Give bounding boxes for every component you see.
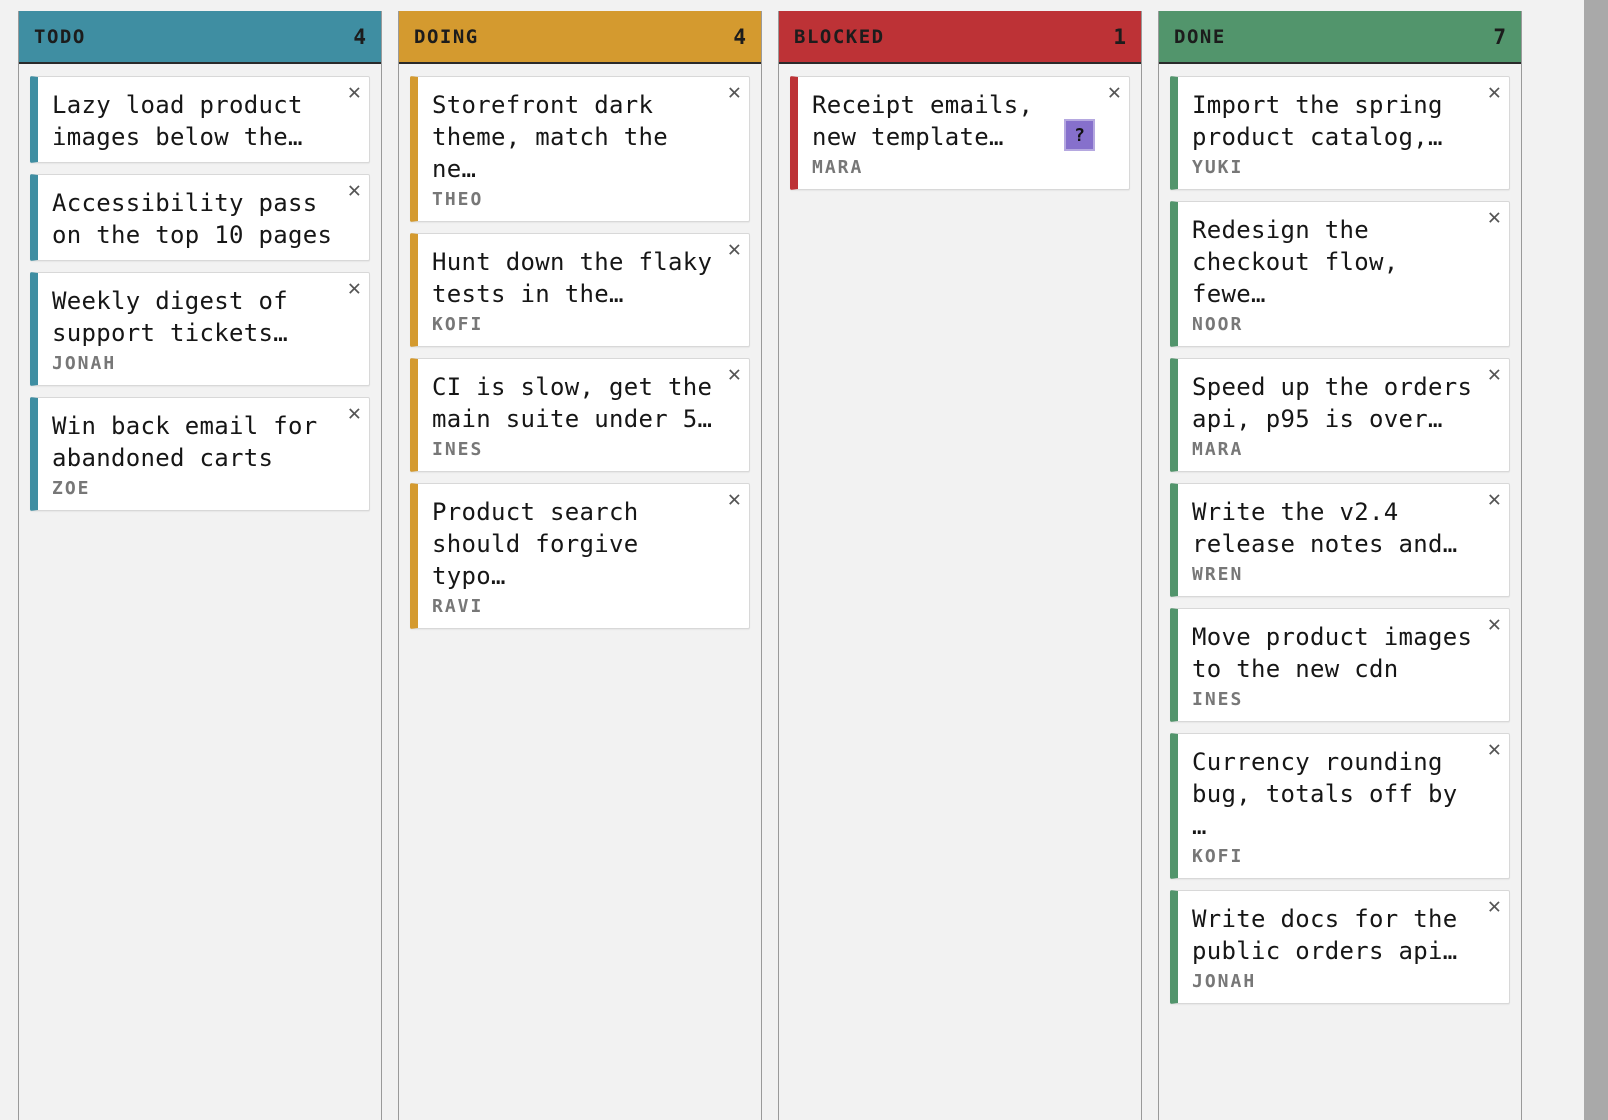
column-header-blocked: BLOCKED 1 xyxy=(779,11,1141,64)
column-count: 4 xyxy=(353,24,366,49)
close-icon[interactable]: ✕ xyxy=(728,361,741,389)
card-owner: KOFI xyxy=(1192,846,1244,867)
task-card[interactable]: Hunt down the flaky tests in the… KOFI ✕ xyxy=(410,233,750,347)
card-title: Lazy load product images below the… xyxy=(52,91,303,151)
card-title: Product search should forgive typo… xyxy=(432,498,639,590)
help-badge-button[interactable]: ? xyxy=(1064,119,1095,151)
kanban-board: TODO 4 Lazy load product images below the…… xyxy=(0,0,1608,1120)
card-owner: YUKI xyxy=(1192,157,1244,178)
task-card[interactable]: Lazy load product images below the… ✕ xyxy=(30,76,370,163)
card-owner: RAVI xyxy=(432,596,484,617)
card-owner: INES xyxy=(1192,689,1244,710)
close-icon[interactable]: ✕ xyxy=(728,79,741,107)
card-title: Weekly digest of support tickets… xyxy=(52,287,288,347)
column-title: DOING xyxy=(414,25,479,48)
card-owner: INES xyxy=(432,439,484,460)
close-icon[interactable]: ✕ xyxy=(1488,204,1501,232)
card-title: Win back email for abandoned carts xyxy=(52,412,318,472)
task-card[interactable]: Redesign the checkout flow, fewe… NOOR ✕ xyxy=(1170,201,1510,347)
close-icon[interactable]: ✕ xyxy=(1488,611,1501,639)
column-header-done: DONE 7 xyxy=(1159,11,1521,64)
close-icon[interactable]: ✕ xyxy=(348,400,361,428)
column-header-doing: DOING 4 xyxy=(399,11,761,64)
column-title: DONE xyxy=(1174,25,1226,48)
task-card[interactable]: Product search should forgive typo… RAVI ✕ xyxy=(410,483,750,629)
card-title: CI is slow, get the main suite under 5… xyxy=(432,373,713,433)
card-owner: WREN xyxy=(1192,564,1244,585)
task-card[interactable]: Weekly digest of support tickets… JONAH ✕ xyxy=(30,272,370,386)
task-card[interactable]: Import the spring product catalog,… YUKI ✕ xyxy=(1170,76,1510,190)
close-icon[interactable]: ✕ xyxy=(1488,893,1501,921)
task-card[interactable]: Currency rounding bug, totals off by … KO… xyxy=(1170,733,1510,879)
card-title: Accessibility pass on the top 10 pages xyxy=(52,189,333,249)
column-blocked: BLOCKED 1 Receipt emails, new template… MAR… xyxy=(778,11,1142,1120)
card-title: Import the spring product catalog,… xyxy=(1192,91,1443,151)
card-owner: NOOR xyxy=(1192,314,1244,335)
card-title: Write docs for the public orders api… xyxy=(1192,905,1458,965)
close-icon[interactable]: ✕ xyxy=(1488,736,1501,764)
close-icon[interactable]: ✕ xyxy=(348,79,361,107)
card-title: Storefront dark theme, match the ne… xyxy=(432,91,668,183)
card-title: Redesign the checkout flow, fewe… xyxy=(1192,216,1399,308)
task-card[interactable]: Write the v2.4 release notes and… WREN ✕ xyxy=(1170,483,1510,597)
task-card[interactable]: Accessibility pass on the top 10 pages ✕ xyxy=(30,174,370,261)
column-count: 4 xyxy=(733,24,746,49)
column-title: BLOCKED xyxy=(794,25,885,48)
close-icon[interactable]: ✕ xyxy=(1488,486,1501,514)
task-card[interactable]: Write docs for the public orders api… JON… xyxy=(1170,890,1510,1004)
card-title: Receipt emails, new template… xyxy=(812,91,1034,151)
card-owner: THEO xyxy=(432,189,484,210)
task-card[interactable]: Storefront dark theme, match the ne… THEO… xyxy=(410,76,750,222)
card-title: Write the v2.4 release notes and… xyxy=(1192,498,1458,558)
task-card[interactable]: Move product images to the new cdn INES ✕ xyxy=(1170,608,1510,722)
column-count: 7 xyxy=(1493,24,1506,49)
card-list: Lazy load product images below the… ✕ Acce… xyxy=(19,64,381,511)
task-card[interactable]: Speed up the orders api, p95 is over… MAR… xyxy=(1170,358,1510,472)
close-icon[interactable]: ✕ xyxy=(1488,79,1501,107)
card-owner: MARA xyxy=(812,157,864,178)
card-owner: JONAH xyxy=(52,353,117,374)
window-edge xyxy=(1584,0,1608,1120)
column-done: DONE 7 Import the spring product catalog,…… xyxy=(1158,11,1522,1120)
close-icon[interactable]: ✕ xyxy=(1108,79,1121,107)
task-card[interactable]: Receipt emails, new template… MARA ✕? xyxy=(790,76,1130,190)
card-title: Currency rounding bug, totals off by … xyxy=(1192,748,1458,840)
card-owner: ZOE xyxy=(52,478,91,499)
close-icon[interactable]: ✕ xyxy=(1488,361,1501,389)
close-icon[interactable]: ✕ xyxy=(348,275,361,303)
card-title: Hunt down the flaky tests in the… xyxy=(432,248,713,308)
close-icon[interactable]: ✕ xyxy=(728,236,741,264)
card-list: Import the spring product catalog,… YUKI ✕… xyxy=(1159,64,1521,1004)
column-count: 1 xyxy=(1113,24,1126,49)
card-title: Speed up the orders api, p95 is over… xyxy=(1192,373,1473,433)
task-card[interactable]: CI is slow, get the main suite under 5… I… xyxy=(410,358,750,472)
card-list: Receipt emails, new template… MARA ✕? xyxy=(779,64,1141,190)
card-owner: JONAH xyxy=(1192,971,1257,992)
close-icon[interactable]: ✕ xyxy=(348,177,361,205)
close-icon[interactable]: ✕ xyxy=(728,486,741,514)
card-list: Storefront dark theme, match the ne… THEO… xyxy=(399,64,761,629)
card-title: Move product images to the new cdn xyxy=(1192,623,1473,683)
task-card[interactable]: Win back email for abandoned carts ZOE ✕ xyxy=(30,397,370,511)
card-owner: MARA xyxy=(1192,439,1244,460)
column-todo: TODO 4 Lazy load product images below the…… xyxy=(18,11,382,1120)
card-owner: KOFI xyxy=(432,314,484,335)
column-doing: DOING 4 Storefront dark theme, match the n… xyxy=(398,11,762,1120)
column-header-todo: TODO 4 xyxy=(19,11,381,64)
column-title: TODO xyxy=(34,25,86,48)
